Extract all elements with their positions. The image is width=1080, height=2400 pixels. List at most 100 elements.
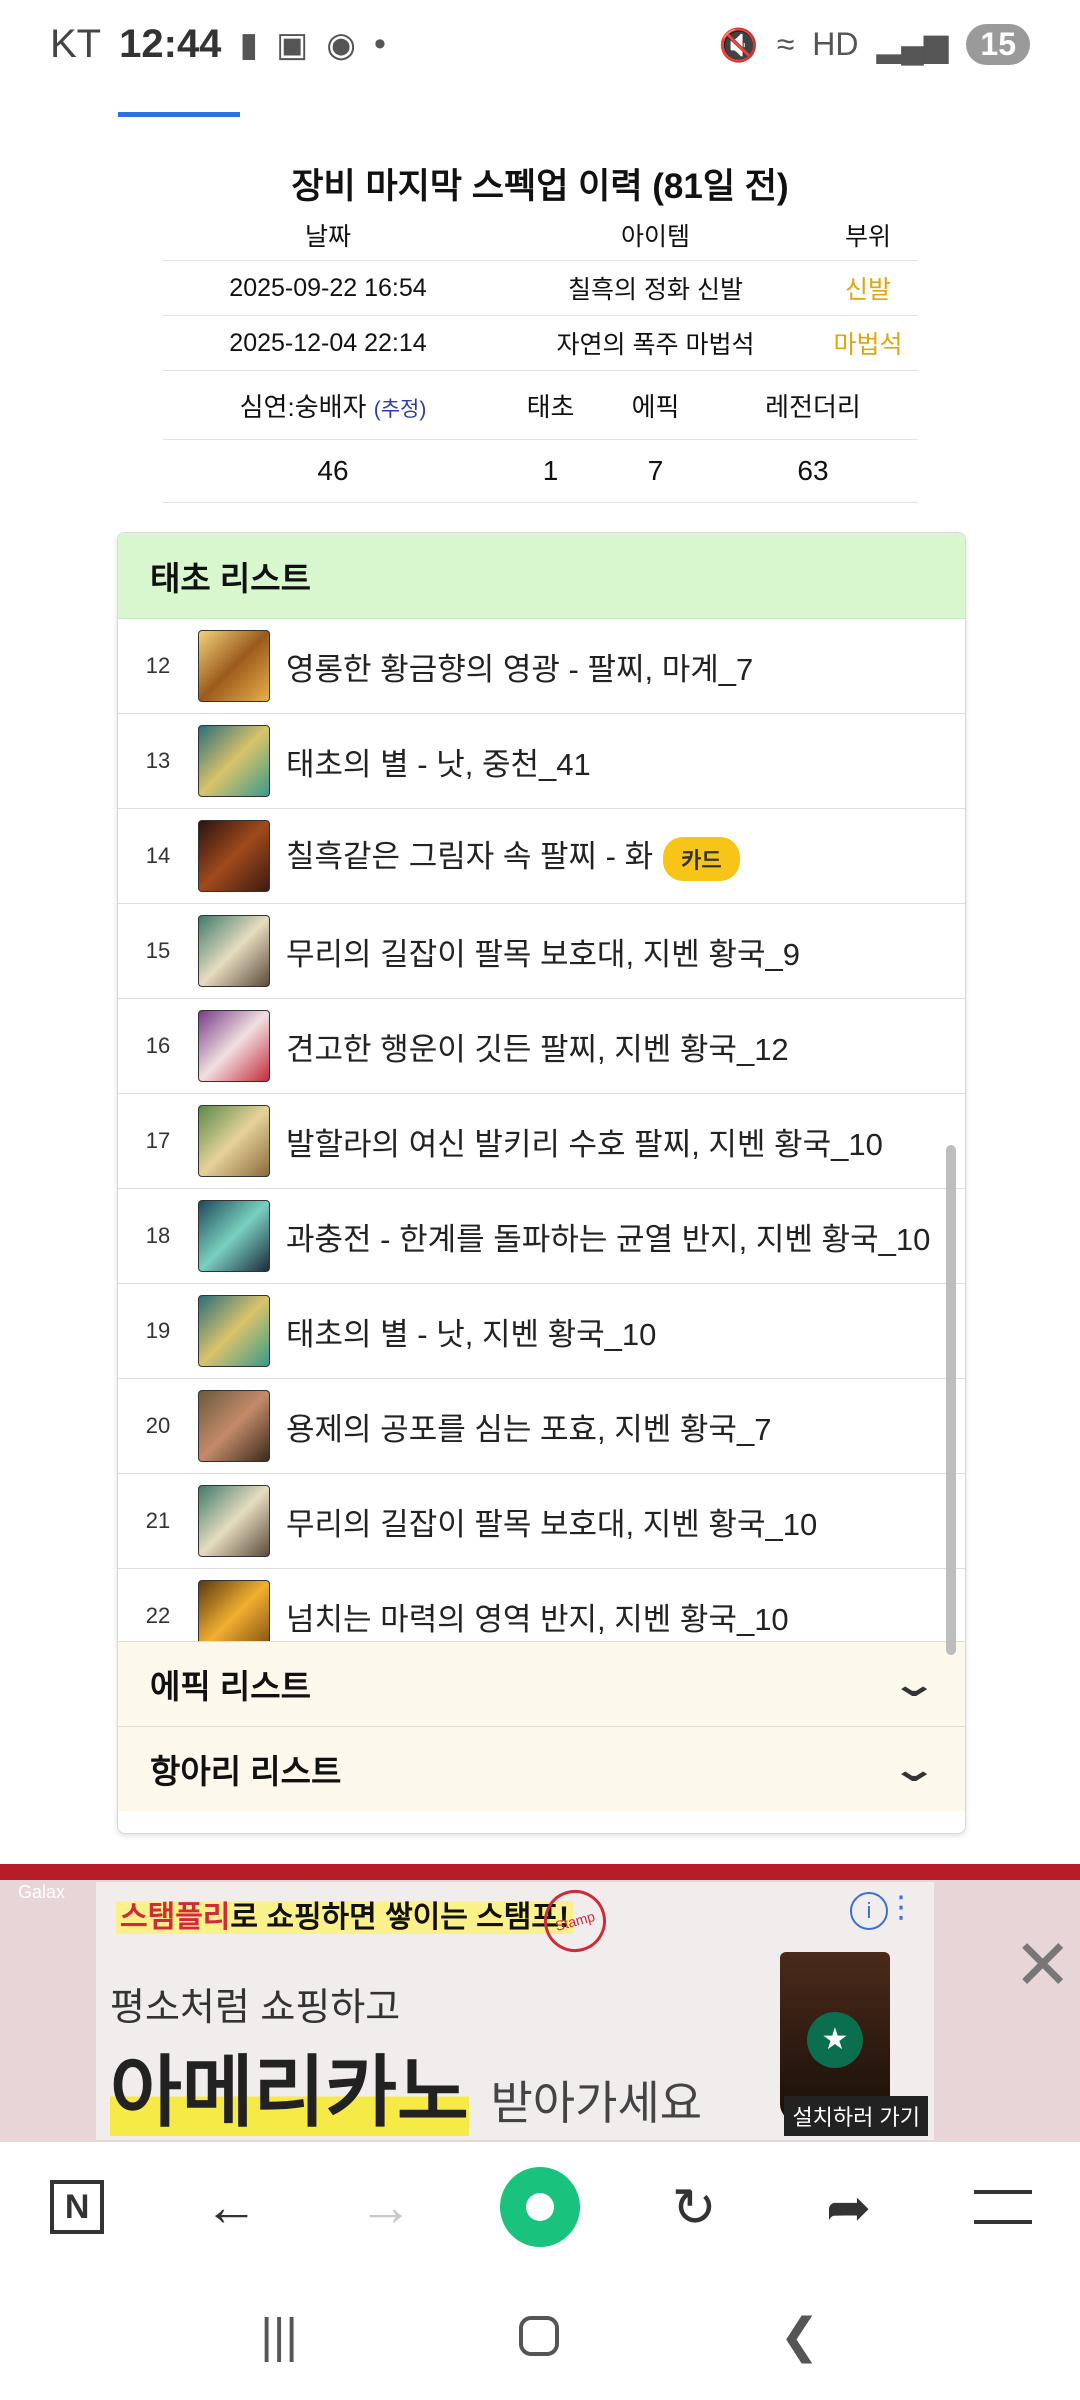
item-name: 태초의 별 - 낫, 지벤 황국_10 — [286, 1309, 656, 1354]
list-item[interactable]: 17 발할라의 여신 발키리 수호 팔찌, 지벤 황국_10 — [118, 1094, 965, 1189]
list-item[interactable]: 15 무리의 길잡이 팔목 보호대, 지벤 황국_9 — [118, 904, 965, 999]
item-name: 무리의 길잡이 팔목 보호대, 지벤 황국_9 — [286, 929, 800, 974]
ad-main-line: 아메리카노 받아가세요 — [110, 2030, 702, 2142]
count-label-first: 심연:숭배자 (추정) — [163, 387, 503, 424]
spec-row: 2025-09-22 16:54 칠흑의 정화 신발 신발 — [163, 261, 918, 316]
item-number: 18 — [145, 1223, 171, 1248]
spec-item: 자연의 폭주 마법석 — [556, 331, 755, 359]
ad-install-button[interactable]: 설치하러 가기 — [784, 2096, 928, 2136]
hamburger-icon — [973, 2190, 1032, 2224]
star-logo-icon: ★ — [807, 2012, 863, 2068]
abyss-label: 심연:숭배자 — [239, 391, 367, 422]
forward-button[interactable]: → — [346, 2167, 426, 2247]
star-scythe-icon — [198, 1295, 270, 1367]
ad-subline: 평소처럼 쇼핑하고 — [110, 1987, 401, 2029]
count-value-taecho: 1 — [542, 455, 559, 486]
item-number: 13 — [145, 748, 171, 773]
chevron-down-icon: ⌄ — [889, 1748, 939, 1789]
list-item[interactable]: 13 태초의 별 - 낫, 중천_41 — [118, 714, 965, 809]
spec-item: 칠흑의 정화 신발 — [568, 276, 743, 304]
item-name-text: 용제의 공포를 심는 포효, 지벤 황국_7 — [286, 1411, 772, 1447]
system-back-button[interactable]: ❮ — [779, 2308, 819, 2364]
dragon-roar-icon — [198, 1390, 270, 1462]
ad-card[interactable]: 스탬플리로 쇼핑하면 쌓이는 스탬프! Stamp 평소처럼 쇼핑하고 아메리카… — [96, 1882, 934, 2140]
taecho-list-header[interactable]: 태초 리스트 — [118, 533, 965, 619]
wifi-icon: ≈ — [776, 26, 795, 62]
count-header-row: 심연:숭배자 (추정) 태초 에픽 레전더리 — [163, 371, 918, 440]
item-name-text: 무리의 길잡이 팔목 보호대, 지벤 황국_10 — [286, 1506, 818, 1542]
ad-banner[interactable]: Galax 스탬플리로 쇼핑하면 쌓이는 스탬프! Stamp 평소처럼 쇼핑하… — [0, 1864, 1080, 2142]
list-item[interactable]: 18 과충전 - 한계를 돌파하는 균열 반지, 지벤 황국_10 — [118, 1189, 965, 1284]
epic-list-accordion[interactable]: 에픽 리스트 ⌄ — [118, 1641, 965, 1726]
ad-top-strip — [0, 1864, 1080, 1880]
status-bar: KT 12:44 ▮ ▣ ◉ • 🔇 ≈ HD ▂▄▆ 15 — [0, 0, 1080, 95]
item-number: 12 — [145, 653, 171, 678]
item-name-text: 태초의 별 - 낫, 지벤 황국_10 — [286, 1316, 657, 1352]
header-part: 부위 — [844, 223, 891, 251]
jar-list-accordion[interactable]: 항아리 리스트 ⌄ — [118, 1726, 965, 1811]
recents-button[interactable]: ||| — [260, 2309, 297, 2364]
estimate-label: (추정) — [373, 397, 427, 421]
ad-info-icon[interactable]: i — [850, 1892, 888, 1930]
naver-home-button[interactable]: N — [37, 2167, 117, 2247]
item-name-text: 영롱한 황금향의 영광 - 팔찌, 마계_7 — [286, 651, 754, 687]
list-item[interactable]: 19 태초의 별 - 낫, 지벤 황국_10 — [118, 1284, 965, 1379]
mute-icon: 🔇 — [718, 26, 759, 63]
item-name: 칠흑같은 그림자 속 팔찌 - 화 카드 — [286, 831, 740, 881]
spec-part: 신발 — [844, 276, 891, 304]
item-number: 20 — [145, 1413, 171, 1438]
green-dot-button[interactable] — [499, 2167, 580, 2247]
refresh-icon: ↻ — [671, 2177, 717, 2238]
header-date: 날짜 — [304, 223, 351, 251]
ad-brand: 스탬플리 — [120, 1901, 231, 1934]
count-value-legendary: 63 — [797, 455, 829, 486]
item-name: 넘치는 마력의 영역 반지, 지벤 황국_10 — [286, 1594, 789, 1639]
carrier-label: KT — [50, 22, 102, 66]
notification-icon: ◉ — [326, 25, 356, 64]
menu-button[interactable] — [963, 2167, 1043, 2247]
ad-more-icon[interactable]: ⋮ — [886, 1890, 916, 1925]
item-name-text: 넘치는 마력의 영역 반지, 지벤 황국_10 — [286, 1601, 789, 1637]
spec-date: 2025-09-22 16:54 — [229, 273, 427, 302]
item-name: 용제의 공포를 심는 포효, 지벤 황국_7 — [286, 1404, 771, 1449]
list-item[interactable]: 20 용제의 공포를 심는 포효, 지벤 황국_7 — [118, 1379, 965, 1474]
list-scrollbar[interactable] — [946, 1145, 956, 1655]
list-item[interactable]: 16 견고한 행운이 깃든 팔찌, 지벤 황국_12 — [118, 999, 965, 1094]
card-badge: 카드 — [663, 836, 740, 881]
header-item: 아이템 — [620, 223, 690, 251]
golden-bracelet-icon — [198, 630, 270, 702]
ad-headline-rest: 로 쇼핑하면 쌓이는 스탬프! — [230, 1901, 570, 1934]
active-tab-indicator — [118, 112, 240, 117]
battery-badge: 15 — [966, 24, 1030, 65]
item-number: 21 — [145, 1508, 171, 1533]
item-number: 16 — [145, 1033, 171, 1058]
share-button[interactable]: ➦ — [809, 2167, 889, 2247]
item-name-text: 칠흑같은 그림자 속 팔찌 - 화 — [286, 839, 654, 875]
browser-toolbar: N ← → ↻ ➦ — [0, 2142, 1080, 2272]
list-item[interactable]: 22 넘치는 마력의 영역 반지, 지벤 황국_10 — [118, 1569, 965, 1641]
jar-list-title: 항아리 리스트 — [150, 1753, 342, 1790]
spec-history-title: 장비 마지막 스펙업 이력 (81일 전) — [291, 167, 789, 206]
naver-n-icon: N — [50, 2180, 105, 2234]
item-list-panel: 태초 리스트 12 영롱한 황금향의 영광 - 팔찌, 마계_7 13 태초의 별 -… — [117, 532, 966, 1834]
wrist-guard-icon — [198, 1485, 270, 1557]
item-name: 영롱한 황금향의 영광 - 팔찌, 마계_7 — [286, 644, 753, 689]
mana-ring-icon — [198, 1580, 270, 1641]
rift-ring-icon — [198, 1200, 270, 1272]
item-name-text: 태초의 별 - 낫, 중천_41 — [286, 746, 591, 782]
ad-receive: 받아가세요 — [490, 2077, 703, 2129]
list-item[interactable]: 21 무리의 길잡이 팔목 보호대, 지벤 황국_10 — [118, 1474, 965, 1569]
item-name-text: 발할라의 여신 발키리 수호 팔찌, 지벤 황국_10 — [286, 1126, 883, 1162]
ad-americano: 아메리카노 — [110, 2048, 469, 2136]
list-item[interactable]: 14 칠흑같은 그림자 속 팔찌 - 화 카드 — [118, 809, 965, 904]
list-item[interactable]: 12 영롱한 황금향의 영광 - 팔찌, 마계_7 — [118, 619, 965, 714]
item-number: 22 — [145, 1603, 171, 1628]
back-button[interactable]: ← — [191, 2167, 271, 2247]
taecho-list[interactable]: 12 영롱한 황금향의 영광 - 팔찌, 마계_7 13 태초의 별 - 낫, 중천_… — [118, 619, 965, 1641]
ad-close-icon[interactable]: ✕ — [1013, 1924, 1072, 2006]
home-button[interactable] — [518, 2316, 559, 2356]
refresh-button[interactable]: ↻ — [654, 2167, 734, 2247]
luck-bracelet-icon — [198, 1010, 270, 1082]
count-value-row: 46 1 7 63 — [163, 440, 918, 503]
item-number: 15 — [145, 938, 171, 963]
